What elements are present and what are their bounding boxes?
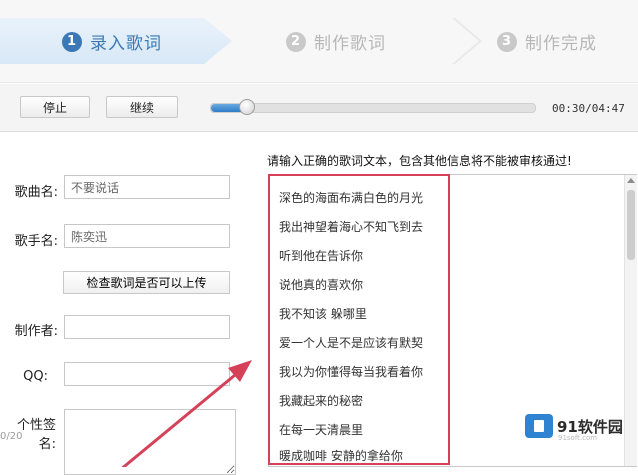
watermark-brand-icon: [525, 414, 553, 438]
annotation-arrow-icon: [121, 360, 252, 467]
watermark-site-text: 91soft.com: [558, 434, 598, 442]
